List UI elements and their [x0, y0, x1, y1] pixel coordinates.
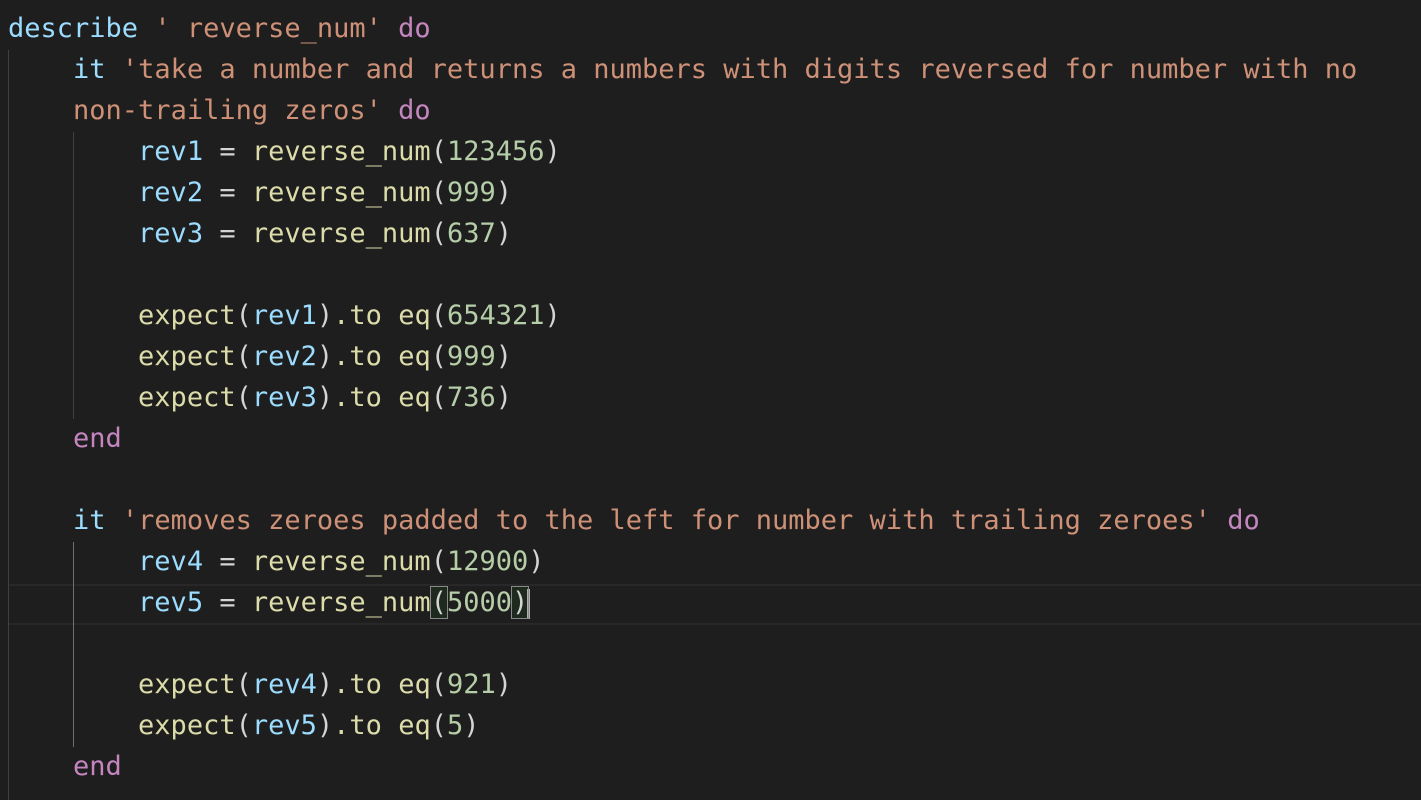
function-call: expect	[138, 300, 236, 331]
method-call: .to	[333, 669, 382, 700]
number-literal: 123456	[446, 136, 545, 167]
variable: rev3	[251, 382, 317, 413]
matcher: eq	[398, 669, 431, 700]
number-literal: 5000	[446, 587, 512, 618]
keyword-do: do	[1227, 505, 1260, 536]
operator: =	[219, 587, 236, 618]
operator: =	[219, 218, 236, 249]
keyword-end: end	[73, 751, 122, 782]
method-call: .to	[333, 382, 382, 413]
code-line[interactable]: expect(rev5).to eq(5)	[8, 705, 479, 746]
bracket-match-open: (	[429, 586, 448, 619]
number-literal: 999	[446, 341, 496, 372]
number-literal: 5	[446, 710, 464, 741]
variable: rev2	[138, 177, 204, 208]
variable: rev5	[138, 587, 204, 618]
string-literal: non-trailing zeros'	[73, 95, 382, 126]
function-call: reverse_num	[251, 136, 431, 167]
code-line[interactable]: rev1 = reverse_num(123456)	[8, 131, 561, 172]
code-line[interactable]: end	[8, 746, 122, 787]
function-call: expect	[138, 710, 236, 741]
number-literal: 999	[446, 177, 496, 208]
matcher: eq	[398, 382, 431, 413]
variable: rev4	[138, 546, 204, 577]
variable: rev1	[138, 136, 204, 167]
method-call: .to	[333, 341, 382, 372]
code-line-current[interactable]: rev5 = reverse_num(5000)	[8, 582, 531, 623]
variable: rev5	[251, 710, 317, 741]
code-line-wrapped[interactable]: non-trailing zeros' do	[8, 90, 431, 131]
number-literal: 654321	[446, 300, 545, 331]
variable: rev2	[251, 341, 317, 372]
function-call: reverse_num	[251, 587, 431, 618]
code-line[interactable]: expect(rev1).to eq(654321)	[8, 295, 561, 336]
code-line[interactable]: rev2 = reverse_num(999)	[8, 172, 512, 213]
number-literal: 921	[446, 669, 496, 700]
code-line[interactable]: it 'take a number and returns a numbers …	[8, 49, 1357, 90]
method-call: .to	[333, 710, 382, 741]
number-literal: 637	[446, 218, 496, 249]
number-literal: 12900	[446, 546, 529, 577]
function-call: reverse_num	[251, 218, 431, 249]
keyword-do: do	[398, 13, 431, 44]
code-line[interactable]: it 'removes zeroes padded to the left fo…	[8, 500, 1260, 541]
operator: =	[219, 546, 236, 577]
keyword-do: do	[398, 95, 431, 126]
function-call: expect	[138, 341, 236, 372]
code-line[interactable]: expect(rev3).to eq(736)	[8, 377, 512, 418]
matcher: eq	[398, 710, 431, 741]
number-literal: 736	[446, 382, 496, 413]
code-line[interactable]: end	[8, 418, 122, 459]
code-editor[interactable]: describe ' reverse_num' do it 'take a nu…	[0, 0, 1421, 800]
variable: rev3	[138, 218, 204, 249]
code-line[interactable]: expect(rev4).to eq(921)	[8, 664, 512, 705]
function-call: reverse_num	[251, 177, 431, 208]
variable: rev4	[251, 669, 317, 700]
operator: =	[219, 177, 236, 208]
matcher: eq	[398, 341, 431, 372]
code-line[interactable]: expect(rev2).to eq(999)	[8, 336, 512, 377]
operator: =	[219, 136, 236, 167]
keyword-it: it	[73, 54, 106, 85]
method-call: .to	[333, 300, 382, 331]
string-literal: ' reverse_num'	[154, 13, 382, 44]
function-call: expect	[138, 669, 236, 700]
text-cursor	[527, 588, 531, 619]
variable: rev1	[251, 300, 317, 331]
matcher: eq	[398, 300, 431, 331]
function-call: reverse_num	[251, 546, 431, 577]
keyword-end: end	[73, 423, 122, 454]
code-line[interactable]: rev3 = reverse_num(637)	[8, 213, 512, 254]
keyword-it: it	[73, 505, 106, 536]
code-line[interactable]: describe ' reverse_num' do	[8, 8, 431, 49]
string-literal: 'take a number and returns a numbers wit…	[121, 54, 1358, 85]
function-call: expect	[138, 382, 236, 413]
bracket-match-close: )	[510, 586, 530, 619]
string-literal: 'removes zeroes padded to the left for n…	[121, 505, 1211, 536]
code-line[interactable]: rev4 = reverse_num(12900)	[8, 541, 544, 582]
keyword: describe	[8, 13, 139, 44]
